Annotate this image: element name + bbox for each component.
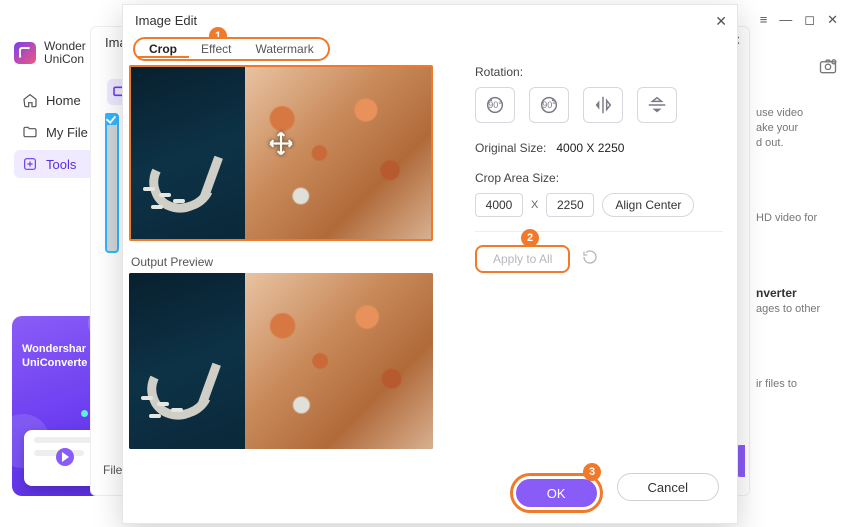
ok-button[interactable]: OK	[516, 479, 597, 507]
settings-icon[interactable]: ≡	[760, 12, 768, 28]
nav-home[interactable]: Home	[14, 86, 96, 114]
tab-crop[interactable]: Crop	[137, 40, 189, 58]
original-size-label: Original Size:	[475, 141, 546, 155]
output-preview-label: Output Preview	[131, 255, 213, 269]
camera-settings-icon[interactable]	[818, 56, 838, 76]
check-icon	[105, 113, 117, 125]
crop-preview[interactable]	[129, 65, 433, 241]
cancel-button[interactable]: Cancel	[617, 473, 719, 501]
modal-close-icon[interactable]: ✕	[715, 13, 727, 30]
logo-icon	[14, 42, 36, 64]
sidebar-nav: Home My File Tools	[14, 86, 96, 182]
crop-controls: Rotation: 90° 90° Original Size: 4000 X …	[475, 65, 723, 246]
nav-files-label: My File	[46, 125, 88, 140]
flip-h-icon	[592, 94, 614, 116]
folder-icon	[22, 124, 38, 140]
modal-footer: OK Cancel	[123, 473, 737, 513]
image-edit-modal: Image Edit ✕ 1 Crop Effect Watermark Out…	[122, 4, 738, 524]
brand-text: Wonder UniCon	[44, 40, 86, 66]
nav-files[interactable]: My File	[14, 118, 96, 146]
output-preview	[129, 273, 433, 449]
crop-size-label: Crop Area Size:	[475, 171, 723, 185]
reset-icon[interactable]	[582, 249, 598, 270]
x-separator: X	[531, 199, 538, 211]
tabs-highlight: Crop Effect Watermark	[133, 37, 330, 61]
flip-vertical-button[interactable]	[637, 87, 677, 123]
play-icon	[56, 448, 74, 466]
close-icon[interactable]: ✕	[827, 12, 838, 28]
original-size-value: 4000 X 2250	[556, 141, 624, 155]
align-center-button[interactable]: Align Center	[602, 193, 694, 217]
ok-highlight: OK	[510, 473, 603, 513]
modal-title: Image Edit	[135, 13, 197, 28]
flip-v-icon	[646, 94, 668, 116]
nav-home-label: Home	[46, 93, 81, 108]
minimize-icon[interactable]: —	[779, 12, 792, 28]
app-logo: Wonder UniCon	[14, 40, 86, 66]
maximize-icon[interactable]: ◻	[804, 12, 815, 28]
os-window-controls: ≡ — ◻ ✕	[760, 12, 838, 28]
crop-width-input[interactable]	[475, 193, 523, 217]
rotate-ccw-button[interactable]: 90°	[475, 87, 515, 123]
apply-to-all-button[interactable]: Apply to All	[475, 245, 570, 273]
nav-tools[interactable]: Tools	[14, 150, 96, 178]
right-tips: use videoake yourd out. HD video for nve…	[756, 106, 834, 452]
crop-height-input[interactable]	[546, 193, 594, 217]
home-icon	[22, 92, 38, 108]
nav-tools-label: Tools	[46, 157, 76, 172]
tab-watermark[interactable]: Watermark	[243, 40, 325, 58]
tools-icon	[22, 156, 38, 172]
selected-thumb[interactable]	[105, 113, 119, 253]
rotation-label: Rotation:	[475, 65, 723, 79]
move-icon	[268, 131, 294, 162]
rotate-cw-button[interactable]: 90°	[529, 87, 569, 123]
flip-horizontal-button[interactable]	[583, 87, 623, 123]
tab-effect[interactable]: Effect	[189, 40, 243, 58]
